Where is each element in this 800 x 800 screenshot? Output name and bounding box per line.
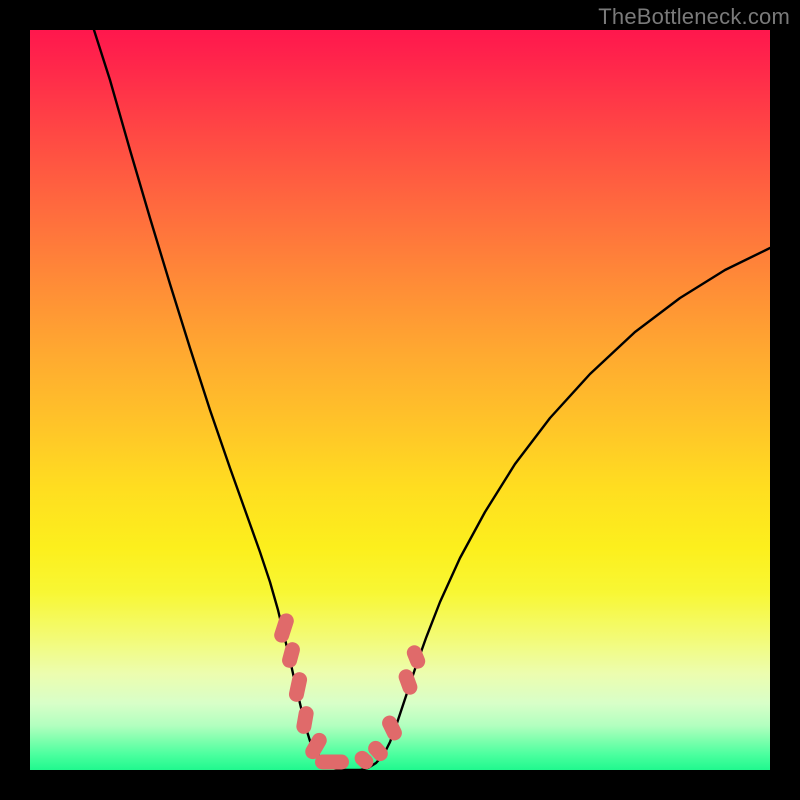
curve-marker	[365, 738, 391, 764]
curve-marker	[272, 611, 296, 644]
curve-marker	[352, 748, 377, 770]
chart-svg	[30, 30, 770, 770]
bottleneck-curve	[94, 30, 770, 770]
watermark-label: TheBottleneck.com	[598, 4, 790, 30]
plot-area	[30, 30, 770, 770]
chart-frame: TheBottleneck.com	[0, 0, 800, 800]
curve-marker	[280, 641, 301, 670]
curve-marker	[380, 713, 405, 743]
curve-marker	[397, 667, 420, 697]
curve-marker	[303, 730, 330, 762]
curve-marker	[295, 705, 315, 735]
curve-marker	[315, 755, 349, 770]
curve-marker	[288, 671, 309, 703]
curve-marker	[405, 643, 428, 671]
curve-markers	[272, 611, 427, 770]
